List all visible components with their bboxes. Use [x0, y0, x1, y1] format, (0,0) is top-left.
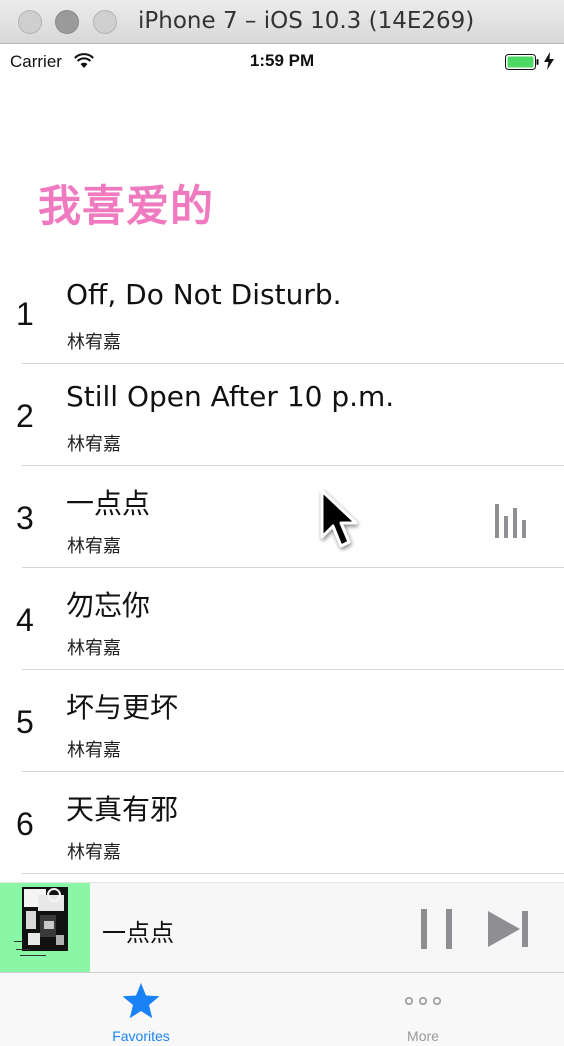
song-title: 勿忘你: [66, 589, 151, 622]
album-art-image: [0, 883, 90, 973]
song-title: Off, Do Not Disturb.: [66, 278, 342, 311]
page-title: 我喜爱的: [38, 182, 214, 232]
ellipsis-icon: [404, 996, 441, 1005]
charging-icon: [544, 52, 554, 70]
zoom-window-button[interactable]: [93, 10, 117, 34]
tab-more[interactable]: More: [282, 973, 564, 1046]
mini-player-title: 一点点: [102, 919, 174, 947]
song-artist: 林宥嘉: [67, 842, 121, 863]
window-titlebar: iPhone 7 – iOS 10.3 (14E269): [0, 0, 564, 44]
pause-button[interactable]: [418, 907, 458, 951]
song-row[interactable]: 2 Still Open After 10 p.m. 林宥嘉: [0, 364, 564, 466]
song-row[interactable]: 1 Off, Do Not Disturb. 林宥嘉: [0, 262, 564, 364]
song-artist: 林宥嘉: [67, 740, 121, 761]
song-row[interactable]: 5 坏与更坏 林宥嘉: [0, 670, 564, 772]
mouse-cursor-icon: [320, 489, 358, 548]
now-playing-bars-icon: [495, 504, 526, 538]
song-artist: 林宥嘉: [67, 638, 121, 659]
window-title: iPhone 7 – iOS 10.3 (14E269): [138, 8, 475, 34]
song-index: 5: [16, 704, 34, 740]
song-title: 坏与更坏: [66, 691, 179, 724]
song-index: 6: [16, 806, 34, 842]
tab-favorites-label: Favorites: [112, 1028, 170, 1044]
star-icon: [122, 983, 160, 1019]
song-index: 2: [16, 398, 34, 434]
song-index: 1: [16, 296, 34, 332]
tab-bar: Favorites More: [0, 972, 564, 1046]
close-window-button[interactable]: [18, 10, 42, 34]
minimize-window-button[interactable]: [55, 10, 79, 34]
battery-icon: [505, 54, 539, 70]
row-divider: [22, 873, 564, 874]
song-artist: 林宥嘉: [67, 434, 121, 455]
song-title: 天真有邪: [66, 793, 179, 826]
song-title: Still Open After 10 p.m.: [66, 380, 395, 413]
song-artist: 林宥嘉: [67, 332, 121, 353]
song-row[interactable]: 6 天真有邪 林宥嘉: [0, 772, 564, 874]
song-title: 一点点: [66, 487, 151, 520]
status-bar: Carrier 1:59 PM: [0, 45, 564, 77]
tab-favorites[interactable]: Favorites: [0, 973, 282, 1046]
tab-more-label: More: [407, 1028, 439, 1044]
song-row-playing[interactable]: 3 一点点 林宥嘉: [0, 466, 564, 568]
song-list: 1 Off, Do Not Disturb. 林宥嘉 2 Still Open …: [0, 262, 564, 874]
song-artist: 林宥嘉: [67, 536, 121, 557]
mini-player[interactable]: 一点点: [0, 882, 564, 973]
status-time: 1:59 PM: [249, 51, 315, 70]
song-row[interactable]: 4 勿忘你 林宥嘉: [0, 568, 564, 670]
next-track-button[interactable]: [486, 907, 532, 951]
song-index: 4: [16, 602, 34, 638]
album-art: [0, 883, 90, 973]
song-index: 3: [16, 500, 34, 536]
